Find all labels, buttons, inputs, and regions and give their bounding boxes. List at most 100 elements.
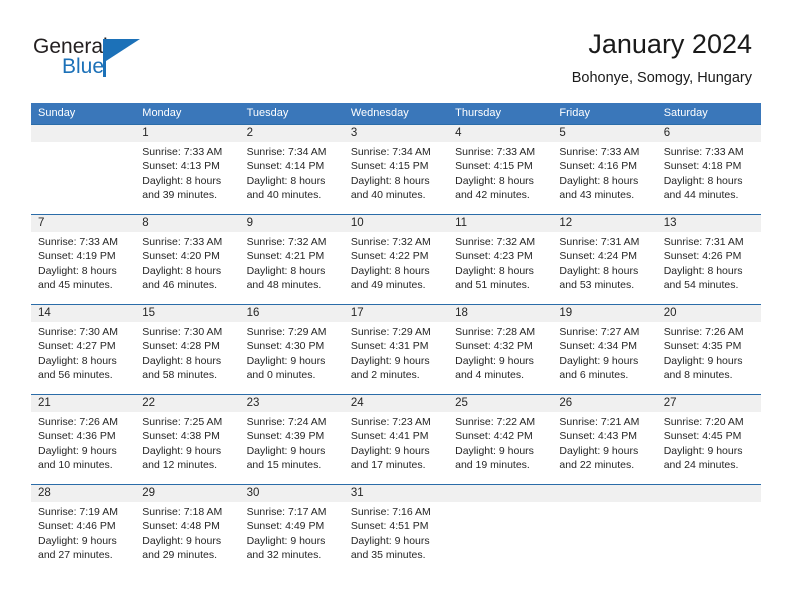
day-number-31[interactable]: 31 xyxy=(344,485,448,502)
day-number-5[interactable]: 5 xyxy=(552,125,656,142)
day-cell-15[interactable]: Sunrise: 7:30 AM Sunset: 4:28 PM Daylight:… xyxy=(135,322,239,394)
day-detail-line: Daylight: 9 hours xyxy=(246,534,326,547)
day-number-30[interactable]: 30 xyxy=(240,485,344,502)
day-detail-line: and 0 minutes. xyxy=(246,369,316,382)
day-detail-line: and 17 minutes. xyxy=(350,459,426,472)
day-cell-6[interactable]: Sunrise: 7:33 AM Sunset: 4:18 PM Daylight:… xyxy=(657,142,761,214)
day-cell-28[interactable]: Sunrise: 7:19 AM Sunset: 4:46 PM Daylight:… xyxy=(31,502,135,572)
day-cell-10[interactable]: Sunrise: 7:32 AM Sunset: 4:22 PM Daylight:… xyxy=(344,232,448,304)
day-cell-31[interactable]: Sunrise: 7:16 AM Sunset: 4:51 PM Daylight:… xyxy=(344,502,448,572)
day-detail-line: and 22 minutes. xyxy=(559,459,635,472)
day-cell-1[interactable]: Sunrise: 7:33 AM Sunset: 4:13 PM Daylight:… xyxy=(135,142,239,214)
day-number-28[interactable]: 28 xyxy=(31,485,135,502)
day-number-23[interactable]: 23 xyxy=(240,395,344,412)
day-detail-line: Sunrise: 7:26 AM xyxy=(663,326,744,338)
week-detail-band: Sunrise: 7:26 AM Sunset: 4:36 PM Daylight:… xyxy=(31,412,761,484)
day-number-7[interactable]: 7 xyxy=(31,215,135,232)
calendar-week-row: 7 8 9 10 11 12 13 Sunrise: 7:33 AM Sunset: 4:19 … xyxy=(31,214,761,304)
day-cell-7[interactable]: Sunrise: 7:33 AM Sunset: 4:19 PM Daylight:… xyxy=(31,232,135,304)
day-number-3[interactable]: 3 xyxy=(344,125,448,142)
day-detail-line: and 56 minutes. xyxy=(38,369,113,382)
day-cell-14[interactable]: Sunrise: 7:30 AM Sunset: 4:27 PM Daylight:… xyxy=(31,322,135,394)
day-cell-20[interactable]: Sunrise: 7:26 AM Sunset: 4:35 PM Daylight:… xyxy=(657,322,761,394)
day-number-16[interactable]: 16 xyxy=(240,305,344,322)
day-cell-2[interactable]: Sunrise: 7:34 AM Sunset: 4:14 PM Daylight:… xyxy=(240,142,344,214)
day-number-22[interactable]: 22 xyxy=(135,395,239,412)
day-cell-16[interactable]: Sunrise: 7:29 AM Sunset: 4:30 PM Daylight:… xyxy=(240,322,344,394)
day-cell-26[interactable]: Sunrise: 7:21 AM Sunset: 4:43 PM Daylight:… xyxy=(552,412,656,484)
day-number-27[interactable]: 27 xyxy=(657,395,761,412)
day-detail-line: and 39 minutes. xyxy=(142,189,217,202)
day-detail-line: Sunrise: 7:21 AM xyxy=(559,416,640,428)
day-detail-line: Daylight: 9 hours xyxy=(663,444,743,457)
day-detail-line: Sunset: 4:23 PM xyxy=(455,250,533,263)
day-detail-line: Sunset: 4:46 PM xyxy=(38,520,116,533)
day-number-13[interactable]: 13 xyxy=(657,215,761,232)
day-cell-18[interactable]: Sunrise: 7:28 AM Sunset: 4:32 PM Daylight:… xyxy=(448,322,552,394)
day-cell-17[interactable]: Sunrise: 7:29 AM Sunset: 4:31 PM Daylight:… xyxy=(344,322,448,394)
day-cell-22[interactable]: Sunrise: 7:25 AM Sunset: 4:38 PM Daylight:… xyxy=(135,412,239,484)
day-number-empty xyxy=(31,125,135,142)
day-number-6[interactable]: 6 xyxy=(657,125,761,142)
day-number-25[interactable]: 25 xyxy=(448,395,552,412)
day-cell-29[interactable]: Sunrise: 7:18 AM Sunset: 4:48 PM Daylight:… xyxy=(135,502,239,572)
day-cell-27[interactable]: Sunrise: 7:20 AM Sunset: 4:45 PM Daylight:… xyxy=(657,412,761,484)
day-number-9[interactable]: 9 xyxy=(240,215,344,232)
week-detail-band: Sunrise: 7:30 AM Sunset: 4:27 PM Daylight:… xyxy=(31,322,761,394)
day-cell-21[interactable]: Sunrise: 7:26 AM Sunset: 4:36 PM Daylight:… xyxy=(31,412,135,484)
day-detail-line: Sunrise: 7:29 AM xyxy=(246,326,327,338)
day-cell-19[interactable]: Sunrise: 7:27 AM Sunset: 4:34 PM Daylight:… xyxy=(552,322,656,394)
day-number-21[interactable]: 21 xyxy=(31,395,135,412)
day-detail-line: and 8 minutes. xyxy=(663,369,733,382)
day-cell-4[interactable]: Sunrise: 7:33 AM Sunset: 4:15 PM Daylight:… xyxy=(448,142,552,214)
day-number-empty xyxy=(552,485,656,502)
day-cell-3[interactable]: Sunrise: 7:34 AM Sunset: 4:15 PM Daylight:… xyxy=(344,142,448,214)
day-detail-line: Sunrise: 7:33 AM xyxy=(142,146,223,158)
day-detail-line: and 42 minutes. xyxy=(455,189,530,202)
day-detail-line: Sunrise: 7:27 AM xyxy=(559,326,640,338)
day-cell-25[interactable]: Sunrise: 7:22 AM Sunset: 4:42 PM Daylight:… xyxy=(448,412,552,484)
day-number-2[interactable]: 2 xyxy=(240,125,344,142)
day-cell-9[interactable]: Sunrise: 7:32 AM Sunset: 4:21 PM Daylight:… xyxy=(240,232,344,304)
day-detail-line: Sunrise: 7:32 AM xyxy=(246,236,327,248)
day-number-17[interactable]: 17 xyxy=(344,305,448,322)
day-cell-30[interactable]: Sunrise: 7:17 AM Sunset: 4:49 PM Daylight:… xyxy=(240,502,344,572)
day-number-19[interactable]: 19 xyxy=(552,305,656,322)
day-detail-line: Sunset: 4:19 PM xyxy=(38,250,116,263)
day-cell-11[interactable]: Sunrise: 7:32 AM Sunset: 4:23 PM Daylight:… xyxy=(448,232,552,304)
day-cell-24[interactable]: Sunrise: 7:23 AM Sunset: 4:41 PM Daylight:… xyxy=(344,412,448,484)
day-number-15[interactable]: 15 xyxy=(135,305,239,322)
day-detail-line: Sunset: 4:28 PM xyxy=(142,340,220,353)
day-number-14[interactable]: 14 xyxy=(31,305,135,322)
day-detail-line: and 29 minutes. xyxy=(142,549,217,562)
day-number-26[interactable]: 26 xyxy=(552,395,656,412)
day-detail-line: Daylight: 9 hours xyxy=(559,354,639,367)
day-detail-line: Sunset: 4:41 PM xyxy=(350,430,429,443)
day-cell-8[interactable]: Sunrise: 7:33 AM Sunset: 4:20 PM Daylight:… xyxy=(135,232,239,304)
day-number-10[interactable]: 10 xyxy=(344,215,448,232)
day-number-11[interactable]: 11 xyxy=(448,215,552,232)
day-detail-line: and 32 minutes. xyxy=(246,549,322,562)
day-cell-5[interactable]: Sunrise: 7:33 AM Sunset: 4:16 PM Daylight:… xyxy=(552,142,656,214)
calendar-week-row: 14 15 16 17 18 19 20 Sunrise: 7:30 AM Sunset: 4:… xyxy=(31,304,761,394)
day-detail-line: and 19 minutes. xyxy=(455,459,530,472)
week-day-number-band: 14 15 16 17 18 19 20 xyxy=(31,305,761,322)
day-detail-line: Daylight: 8 hours xyxy=(663,174,743,187)
day-detail-line: Daylight: 8 hours xyxy=(455,264,534,277)
day-detail-line: Daylight: 9 hours xyxy=(38,534,117,547)
day-detail-line: Daylight: 8 hours xyxy=(350,174,430,187)
weekday-header-friday: Friday xyxy=(559,107,590,119)
day-number-24[interactable]: 24 xyxy=(344,395,448,412)
day-number-12[interactable]: 12 xyxy=(552,215,656,232)
day-cell-13[interactable]: Sunrise: 7:31 AM Sunset: 4:26 PM Daylight:… xyxy=(657,232,761,304)
day-number-20[interactable]: 20 xyxy=(657,305,761,322)
day-number-4[interactable]: 4 xyxy=(448,125,552,142)
day-number-18[interactable]: 18 xyxy=(448,305,552,322)
day-cell-12[interactable]: Sunrise: 7:31 AM Sunset: 4:24 PM Daylight:… xyxy=(552,232,656,304)
day-number-8[interactable]: 8 xyxy=(135,215,239,232)
day-detail-line: Sunset: 4:13 PM xyxy=(142,160,220,173)
day-cell-23[interactable]: Sunrise: 7:24 AM Sunset: 4:39 PM Daylight:… xyxy=(240,412,344,484)
weekday-header-row: Sunday Monday Tuesday Wednesday Thursday Frid… xyxy=(31,103,761,124)
day-number-29[interactable]: 29 xyxy=(135,485,239,502)
day-number-1[interactable]: 1 xyxy=(135,125,239,142)
